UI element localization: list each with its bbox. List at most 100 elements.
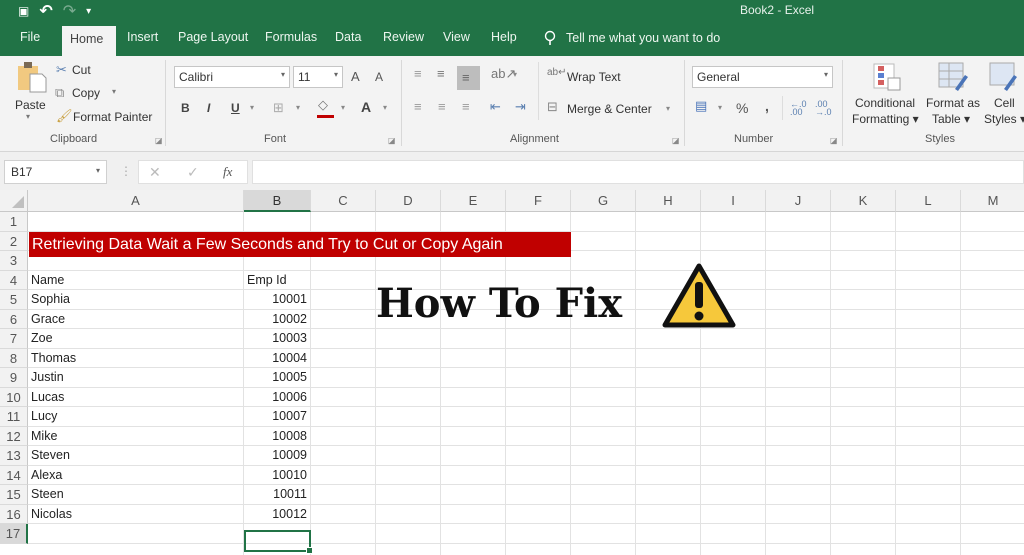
decrease-indent-icon[interactable]: ⇤ [490,99,501,115]
row-header-9[interactable]: 9 [0,368,28,388]
row-header-16[interactable]: 16 [0,504,28,524]
column-header-c[interactable]: C [311,190,376,212]
cut-button[interactable]: Cut [72,63,91,77]
banner-cell-a2[interactable]: Retrieving Data Wait a Few Seconds and T… [29,232,571,257]
emp-id-cell[interactable]: 10005 [244,370,307,384]
name-cell[interactable]: Justin [31,370,64,384]
row-header-6[interactable]: 6 [0,309,28,329]
merge-dropdown-icon[interactable]: ▾ [666,104,670,113]
name-cell[interactable]: Mike [31,429,57,443]
row-header-8[interactable]: 8 [0,348,28,368]
column-header-i[interactable]: I [701,190,766,212]
name-box[interactable]: B17 ▾ [4,160,107,184]
percent-style-button[interactable]: % [736,100,748,116]
row-header-14[interactable]: 14 [0,465,28,485]
row-header-2[interactable]: 2 [0,231,28,251]
align-right-icon[interactable]: ≡ [462,99,470,114]
name-cell[interactable]: Nicolas [31,507,72,521]
decrease-decimal-button[interactable]: .00 →.0 [815,100,833,117]
italic-button[interactable]: I [207,101,210,115]
emp-id-cell[interactable]: 10003 [244,331,307,345]
paste-dropdown-icon[interactable]: ▾ [26,112,30,121]
merge-center-button[interactable]: Merge & Center [567,102,652,116]
orientation-dropdown-icon[interactable]: ▾ [513,70,517,79]
selected-cell-b17[interactable] [244,530,313,554]
column-header-a[interactable]: A [28,190,244,212]
name-cell[interactable]: Zoe [31,331,53,345]
font-color-dropdown-icon[interactable]: ▾ [383,103,387,112]
emp-id-cell[interactable]: 10012 [244,507,307,521]
borders-dropdown-icon[interactable]: ▾ [296,103,300,112]
column-header-b[interactable]: B [244,190,311,212]
column-header-l[interactable]: L [896,190,961,212]
align-left-icon[interactable]: ≡ [414,99,422,114]
emp-id-cell[interactable]: 10002 [244,312,307,326]
format-painter-button[interactable]: Format Painter [73,110,152,124]
increase-decimal-button[interactable]: ←.0.00 [790,100,808,117]
tell-me-box[interactable]: Tell me what you want to do [544,30,720,46]
underline-dropdown-icon[interactable]: ▾ [250,103,254,112]
tab-file[interactable]: File [20,30,40,44]
align-center-icon[interactable]: ≡ [438,99,446,114]
name-cell[interactable]: Lucas [31,390,64,404]
emp-id-cell[interactable]: 10010 [244,468,307,482]
row-header-15[interactable]: 15 [0,485,28,505]
comma-style-button[interactable]: , [765,98,769,114]
row-header-10[interactable]: 10 [0,387,28,407]
header-cell-emp-id[interactable]: Emp Id [247,273,287,287]
row-header-17[interactable]: 17 [0,524,28,544]
row-header-13[interactable]: 13 [0,446,28,466]
undo-icon[interactable]: ↶ [39,1,52,21]
font-color-button[interactable]: A [361,99,371,115]
copy-dropdown-icon[interactable]: ▾ [112,87,116,96]
clipboard-launcher-icon[interactable]: ◪ [155,136,163,145]
row-header-1[interactable]: 1 [0,212,28,232]
bold-button[interactable]: B [181,101,190,115]
emp-id-cell[interactable]: 10008 [244,429,307,443]
number-format-dropdown[interactable]: General ▾ [692,66,833,88]
tab-page-layout[interactable]: Page Layout [178,30,248,44]
cancel-icon[interactable]: ✕ [149,164,161,181]
borders-icon[interactable]: ⊞ [273,100,284,116]
name-cell[interactable]: Thomas [31,351,76,365]
enter-icon[interactable]: ✓ [187,164,199,181]
emp-id-cell[interactable]: 10009 [244,448,307,462]
tab-data[interactable]: Data [335,30,361,44]
emp-id-cell[interactable]: 10006 [244,390,307,404]
name-cell[interactable]: Lucy [31,409,57,423]
emp-id-cell[interactable]: 10007 [244,409,307,423]
row-header-3[interactable]: 3 [0,251,28,271]
column-header-h[interactable]: H [636,190,701,212]
header-cell-name[interactable]: Name [31,273,64,287]
row-header-4[interactable]: 4 [0,270,28,290]
emp-id-cell[interactable]: 10001 [244,292,307,306]
emp-id-cell[interactable]: 10011 [244,487,307,501]
column-header-j[interactable]: J [766,190,831,212]
name-cell[interactable]: Grace [31,312,65,326]
redo-icon[interactable]: ↷ [63,1,76,21]
alignment-launcher-icon[interactable]: ◪ [672,136,680,145]
column-header-d[interactable]: D [376,190,441,212]
row-header-11[interactable]: 11 [0,407,28,427]
formula-input[interactable] [252,160,1024,184]
tab-view[interactable]: View [443,30,470,44]
column-header-e[interactable]: E [441,190,506,212]
accounting-format-icon[interactable]: ▤ [695,98,707,114]
tab-formulas[interactable]: Formulas [265,30,317,44]
font-name-dropdown[interactable]: Calibri ▾ [174,66,290,88]
tab-insert[interactable]: Insert [127,30,158,44]
emp-id-cell[interactable]: 10004 [244,351,307,365]
name-cell[interactable]: Steven [31,448,70,462]
row-header-12[interactable]: 12 [0,426,28,446]
tab-help[interactable]: Help [491,30,517,44]
accounting-dropdown-icon[interactable]: ▾ [718,103,722,112]
paste-button[interactable]: Paste ▾ [12,60,48,126]
select-all-button[interactable] [0,190,28,212]
row-header-5[interactable]: 5 [0,290,28,310]
increase-font-size-button[interactable]: A [351,69,360,84]
top-align-icon[interactable]: ≡ [414,66,422,81]
middle-align-icon[interactable]: ≡ [437,66,445,81]
underline-button[interactable]: U [231,101,240,115]
tab-home[interactable]: Home [62,26,116,56]
drag-handle-icon[interactable]: ⋮ [120,164,132,178]
